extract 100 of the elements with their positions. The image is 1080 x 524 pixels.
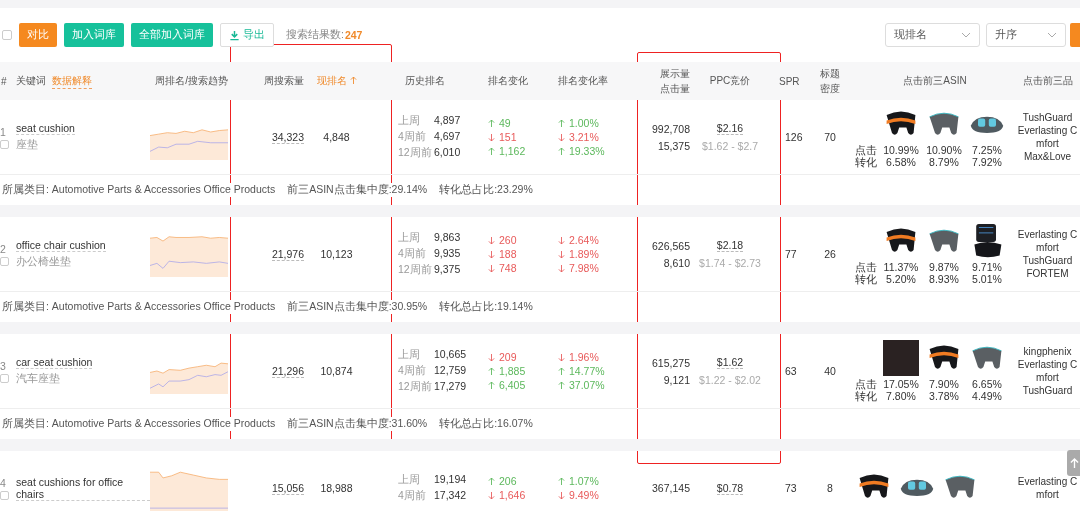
period-label: 4周前	[398, 130, 427, 144]
history-rank: 4,897	[434, 114, 461, 128]
column-header[interactable]: PPC竞价	[709, 74, 751, 88]
keyword-link[interactable]: seat cushion	[16, 122, 75, 135]
spr-value: 63	[785, 365, 797, 377]
spr-value: 126	[785, 131, 803, 143]
click-label: 点击	[855, 144, 877, 156]
conversion-share: 4.49%	[972, 390, 1002, 402]
column-header[interactable]: 周排名/搜索趋势	[155, 74, 228, 88]
rank-change: 748	[488, 262, 550, 274]
column-header[interactable]: 排名变化率	[558, 74, 608, 88]
period-label: 12周前	[398, 263, 433, 277]
click-concentration: 前三ASIN点击集中度:29.14%	[287, 183, 428, 197]
rank-change-rate: 1.89%	[558, 248, 640, 260]
weekly-search-volume[interactable]: 21,296	[271, 364, 304, 378]
history-rank: 12,759	[434, 364, 467, 378]
brand-name[interactable]: kingphenix	[1023, 346, 1072, 357]
column-header[interactable]: 点击前三ASIN	[903, 74, 967, 88]
brand-name[interactable]: Everlasting C	[1017, 359, 1078, 370]
arrow-up-icon	[558, 380, 565, 390]
rank-change: 206	[488, 475, 550, 487]
sort-select[interactable]: 升序	[986, 23, 1066, 47]
brand-name[interactable]: Max&Love	[1023, 151, 1072, 162]
arrow-up-icon	[488, 476, 495, 486]
keyword-link[interactable]: car seat cushion	[16, 356, 93, 369]
title-density: 70	[824, 131, 836, 143]
brand-name[interactable]: mfort	[1036, 242, 1059, 253]
arrow-down-icon	[488, 132, 495, 142]
rank-change: 260	[488, 234, 550, 246]
keyword-translation: 汽车座垫	[16, 372, 61, 386]
spr-value: 77	[785, 248, 797, 260]
brand-name[interactable]: mfort	[1036, 489, 1059, 500]
brand-name[interactable]: TushGuard	[1022, 385, 1073, 396]
click-share: 17.05%	[883, 378, 919, 390]
column-header[interactable]: #	[1, 75, 7, 87]
column-header[interactable]: 历史排名	[405, 74, 445, 88]
row-number: 3	[0, 359, 7, 372]
conversion-share: 7.92%	[972, 156, 1002, 168]
conversion-share: 3.78%	[929, 390, 959, 402]
column-header[interactable]: SPR	[779, 75, 800, 87]
history-rank: 10,665	[434, 348, 467, 362]
conversion-share: 6.58%	[886, 156, 916, 168]
arrow-up-icon	[558, 118, 565, 128]
column-header[interactable]: 点击前三品	[1022, 74, 1073, 88]
impressions: 367,145	[652, 482, 690, 494]
brand-name[interactable]: TushGuard	[1022, 112, 1073, 123]
row-checkbox[interactable]	[0, 256, 9, 266]
select-all-checkbox[interactable]	[2, 30, 12, 40]
clicks: 9,121	[663, 373, 690, 386]
history-rank: 9,935	[434, 247, 461, 261]
column-header[interactable]: 排名变化	[488, 74, 528, 88]
brand-name[interactable]: Everlasting C	[1017, 476, 1078, 487]
history-rank: 17,279	[434, 380, 467, 394]
conversion-share-total: 转化总占比:23.29%	[439, 183, 533, 197]
arrow-up-icon	[558, 146, 565, 156]
rank-change-rate: 14.77%	[558, 365, 640, 377]
rank-change: 1,162	[488, 145, 550, 157]
brand-name[interactable]: FORTEM	[1026, 268, 1069, 279]
brand-name[interactable]: mfort	[1036, 372, 1059, 383]
click-concentration: 前三ASIN点击集中度:30.95%	[287, 300, 428, 314]
current-rank: 10,874	[320, 365, 353, 377]
impressions: 615,275	[652, 356, 690, 369]
conversion-label: 转化	[855, 390, 877, 402]
category-text: 所属类目: Automotive Parts & Accessories Office Products	[2, 417, 276, 431]
title-density: 8	[827, 482, 833, 494]
ppc-bid[interactable]: $2.16	[716, 122, 744, 135]
brand-name[interactable]: Everlasting C	[1017, 229, 1078, 240]
keyword-translation: 办公椅坐垫	[16, 255, 72, 269]
arrow-down-icon	[558, 249, 565, 259]
rank-change: 1,646	[488, 489, 550, 501]
sort-arrow-icon	[349, 76, 357, 85]
click-share: 7.90%	[929, 378, 959, 390]
weekly-search-volume[interactable]: 34,323	[271, 130, 304, 144]
brand-name[interactable]: Everlasting C	[1017, 125, 1078, 136]
period-label: 上周	[398, 231, 421, 245]
row-checkbox[interactable]	[0, 373, 9, 383]
conversion-share: 5.01%	[972, 273, 1002, 285]
history-rank: 4,697	[434, 130, 461, 144]
row-checkbox[interactable]	[0, 490, 9, 500]
rank-change: 209	[488, 351, 550, 363]
conversion-share: 5.20%	[886, 273, 916, 285]
column-header[interactable]: 周搜索量	[264, 74, 304, 88]
ppc-bid[interactable]: $1.62	[716, 356, 744, 369]
brand-name[interactable]: TushGuard	[1022, 255, 1073, 266]
ppc-bid[interactable]: $0.78	[716, 481, 744, 495]
arrow-up-icon	[488, 366, 495, 376]
rank-change: 1,885	[488, 365, 550, 377]
weekly-search-volume[interactable]: 15,056	[271, 481, 304, 495]
chevron-down-icon	[1047, 32, 1057, 38]
conversion-label: 转化	[855, 156, 877, 168]
history-rank: 6,010	[434, 146, 461, 160]
conversion-share: 8.93%	[929, 273, 959, 285]
keyword-link[interactable]: office chair cushion	[16, 239, 106, 252]
ppc-range: $1.74 - $2.73	[699, 257, 761, 269]
brand-name[interactable]: mfort	[1036, 138, 1059, 149]
sort-select[interactable]: 现排名	[885, 23, 980, 47]
ppc-bid[interactable]: $2.18	[716, 239, 744, 252]
weekly-search-volume[interactable]: 21,976	[271, 247, 304, 261]
row-checkbox[interactable]	[0, 139, 9, 149]
column-header[interactable]: 关键词	[16, 74, 46, 88]
